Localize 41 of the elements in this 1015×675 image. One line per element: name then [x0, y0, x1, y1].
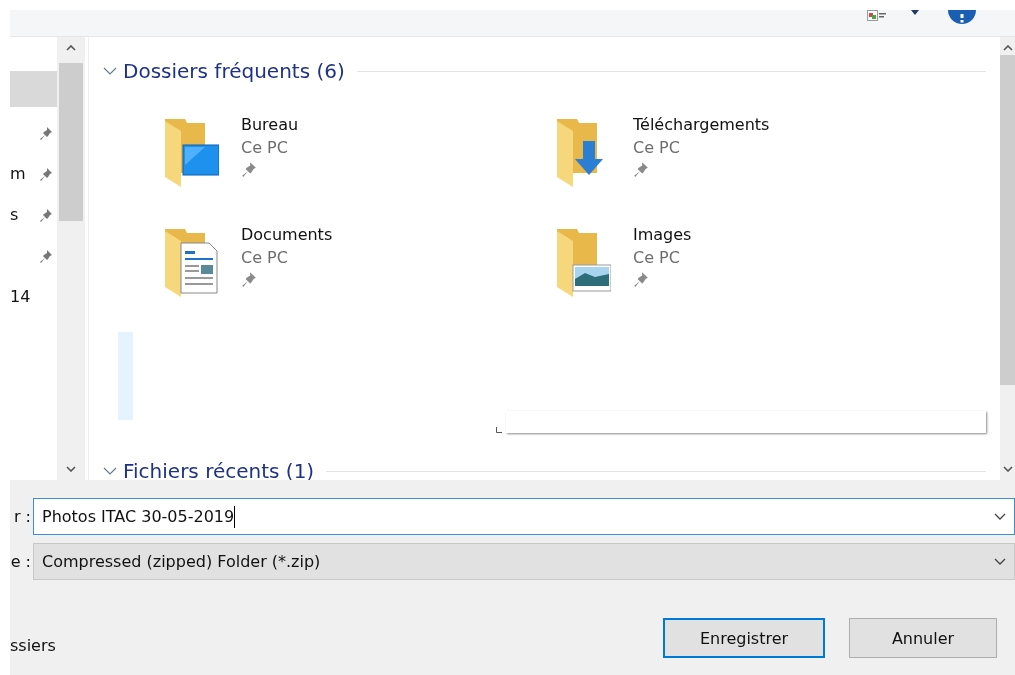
field-label: r : [12, 507, 32, 526]
dropdown-icon [994, 558, 1006, 565]
field-label: e : [10, 552, 32, 571]
folder-location: Ce PC [241, 248, 289, 267]
scroll-down-icon[interactable] [66, 466, 76, 472]
chevron-icon [103, 467, 117, 475]
filename-field[interactable]: Photos ITAC 30-05-2019 [33, 498, 1015, 535]
help-icon[interactable] [948, 10, 976, 24]
nav-label: m [10, 164, 26, 183]
folder-tile[interactable]: Téléchargements Ce PC [555, 115, 947, 187]
nav-item[interactable]: s [10, 194, 57, 235]
section-header[interactable]: Dossiers fréquents (6) [103, 57, 986, 85]
folder-name: Images [633, 225, 692, 244]
caret-icon[interactable] [911, 10, 919, 15]
scroll-up-icon[interactable] [1002, 45, 1013, 51]
scroll-down-icon[interactable] [1002, 466, 1013, 472]
folder-location: Ce PC [241, 138, 289, 157]
section-header[interactable]: Fichiers récents (1) [103, 457, 986, 480]
folder-tile[interactable]: Bureau Ce PC [163, 115, 555, 187]
folder-name: Téléchargements [633, 115, 770, 134]
dropdown-icon[interactable] [994, 513, 1006, 520]
nav-item[interactable]: m [10, 153, 57, 194]
corner-mark-icon [496, 427, 502, 433]
view-icon[interactable] [867, 10, 887, 22]
scrollbar[interactable] [1000, 37, 1015, 480]
hide-folders-link[interactable]: ssiers [10, 635, 56, 655]
nav-label: 14 [10, 287, 31, 306]
nav-item[interactable]: 14 [10, 276, 57, 317]
filetype-dropdown[interactable]: Compressed (zipped) Folder (*.zip) [33, 543, 1015, 580]
folder-name: Documents [241, 225, 333, 244]
folder-location: Ce PC [633, 138, 681, 157]
folder-tile[interactable]: Images Ce PC [555, 225, 947, 297]
chevron-icon [103, 67, 117, 75]
folder-location: Ce PC [633, 248, 681, 267]
nav-label: s [10, 205, 19, 224]
folder-name: Bureau [241, 115, 299, 134]
scrollbar[interactable] [57, 37, 85, 480]
save-button[interactable]: Enregistrer [663, 618, 825, 658]
scroll-up-icon[interactable] [66, 45, 76, 51]
folder-tile[interactable]: Documents Ce PC [163, 225, 555, 297]
cancel-button[interactable]: Annuler [849, 618, 997, 658]
